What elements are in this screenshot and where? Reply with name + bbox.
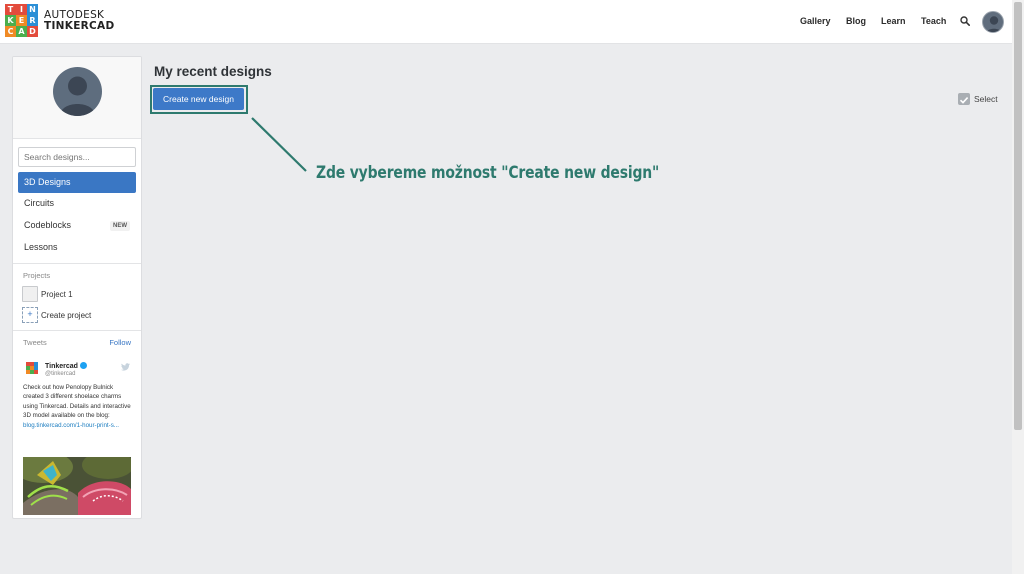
sidebar-item-circuits[interactable]: Circuits xyxy=(18,193,136,214)
select-checkbox[interactable] xyxy=(958,93,970,105)
sidebar-item-codeblocks[interactable]: Codeblocks NEW xyxy=(18,215,136,236)
brand-line-tinkercad: TINKERCAD xyxy=(44,20,115,32)
page-scrollbar[interactable] xyxy=(1012,0,1024,574)
tinkercad-avatar-icon[interactable] xyxy=(26,362,38,374)
scrollbar-thumb[interactable] xyxy=(1014,2,1022,430)
logo-tile: E xyxy=(16,15,27,26)
shoelace-charms-photo xyxy=(23,457,131,515)
twitter-bird-icon[interactable] xyxy=(121,363,130,371)
nav-blog[interactable]: Blog xyxy=(846,16,866,26)
select-label[interactable]: Select xyxy=(974,94,998,104)
tweets-heading: Tweets xyxy=(23,338,47,347)
follow-link[interactable]: Follow xyxy=(109,338,131,347)
logo-tile: R xyxy=(27,15,38,26)
tinkercad-logo[interactable]: TINKERCAD xyxy=(5,4,38,37)
profile-area xyxy=(13,57,141,139)
logo-tile: I xyxy=(16,4,27,15)
verified-icon xyxy=(79,362,87,369)
folder-icon[interactable] xyxy=(22,286,38,302)
tweet-body-text: Check out how Penolopy Bulnick created 3… xyxy=(23,384,131,420)
sidebar-item-label: Codeblocks xyxy=(24,220,72,230)
logo-tile: T xyxy=(5,4,16,15)
nav-teach[interactable]: Teach xyxy=(921,16,946,26)
search-icon[interactable] xyxy=(960,16,970,26)
user-silhouette-icon xyxy=(60,76,95,116)
logo-tile xyxy=(34,370,38,374)
checkmark-icon xyxy=(959,97,969,104)
tweet-handle[interactable]: @tinkercad xyxy=(45,371,75,377)
tweet-author-name: Tinkercad xyxy=(45,363,78,370)
user-silhouette-icon xyxy=(986,16,1002,32)
divider xyxy=(13,263,141,264)
tweet-author[interactable]: Tinkercad xyxy=(45,362,87,370)
tweet-image-shoelace-charms[interactable] xyxy=(23,457,131,515)
page-title: My recent designs xyxy=(154,64,272,79)
tweet-text: Check out how Penolopy Bulnick created 3… xyxy=(23,383,133,430)
sidebar-item-3d-designs[interactable]: 3D Designs xyxy=(18,172,136,193)
logo-tile: C xyxy=(5,26,16,37)
annotation-text: Zde vybereme možnost "Create new design" xyxy=(316,163,660,183)
create-project-link[interactable]: Create project xyxy=(41,311,91,320)
sidebar: 3D Designs Circuits Codeblocks NEW Lesso… xyxy=(12,56,142,519)
nav-gallery[interactable]: Gallery xyxy=(800,16,831,26)
sidebar-item-lessons[interactable]: Lessons xyxy=(18,237,136,258)
annotation-pointer-line xyxy=(251,117,307,172)
new-badge: NEW xyxy=(110,221,130,231)
logo-tile: A xyxy=(16,26,27,37)
projects-heading: Projects xyxy=(23,271,51,280)
top-header: TINKERCAD AUTODESK TINKERCAD Gallery Blo… xyxy=(0,0,1012,44)
create-new-design-button[interactable]: Create new design xyxy=(153,88,244,110)
project-item-project-1[interactable]: Project 1 xyxy=(41,290,73,299)
plus-icon[interactable]: + xyxy=(22,307,38,323)
tweet-blog-link[interactable]: blog.tinkercad.com/1-hour-print-s... xyxy=(23,422,119,429)
search-designs-input[interactable] xyxy=(18,147,136,167)
logo-tile: D xyxy=(27,26,38,37)
logo-tile: N xyxy=(27,4,38,15)
divider xyxy=(13,330,141,331)
logo-tile: K xyxy=(5,15,16,26)
user-avatar[interactable] xyxy=(982,11,1004,33)
profile-avatar[interactable] xyxy=(53,67,102,116)
brand-wordmark[interactable]: AUTODESK TINKERCAD xyxy=(44,10,115,32)
nav-learn[interactable]: Learn xyxy=(881,16,906,26)
